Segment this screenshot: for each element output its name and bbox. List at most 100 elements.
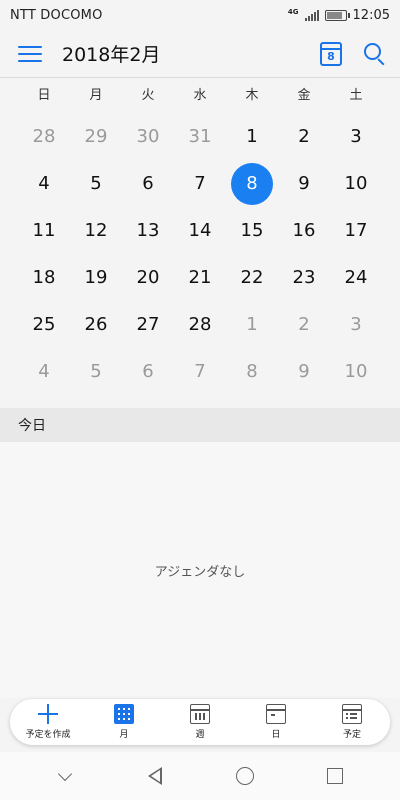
calendar-week-row: 25 26 27 28 1 2 3 xyxy=(18,301,382,348)
calendar-week-row: 4 5 6 7 8 9 10 xyxy=(18,160,382,207)
calendar-day-today[interactable]: 8 xyxy=(226,160,278,207)
hide-nav-button[interactable] xyxy=(55,766,75,786)
calendar-day-number: 31 xyxy=(188,126,212,147)
home-button[interactable] xyxy=(235,766,255,786)
recents-square-icon xyxy=(327,768,343,784)
calendar-day[interactable]: 28 xyxy=(18,113,70,160)
calendar-day[interactable]: 4 xyxy=(18,348,70,395)
calendar-day-number: 23 xyxy=(292,267,316,288)
calendar-day[interactable]: 10 xyxy=(330,160,382,207)
month-view-tab[interactable]: 月 xyxy=(86,699,162,745)
calendar-day[interactable]: 25 xyxy=(18,301,70,348)
calendar-day[interactable]: 1 xyxy=(226,113,278,160)
calendar-day-number: 7 xyxy=(194,361,206,382)
calendar-day[interactable]: 2 xyxy=(278,113,330,160)
calendar-day-number: 18 xyxy=(32,267,56,288)
create-event-button[interactable]: 予定を作成 xyxy=(10,699,86,745)
week-calendar-icon xyxy=(190,704,210,724)
recents-button[interactable] xyxy=(325,766,345,786)
calendar-day[interactable]: 16 xyxy=(278,207,330,254)
weekday-sat: 土 xyxy=(349,88,363,103)
calendar-day[interactable]: 6 xyxy=(122,160,174,207)
schedule-view-tab[interactable]: 予定 xyxy=(314,699,390,745)
calendar-day[interactable]: 9 xyxy=(278,160,330,207)
calendar-day[interactable]: 8 xyxy=(226,348,278,395)
calendar-day-number: 2 xyxy=(298,126,310,147)
day-view-tab[interactable]: 日 xyxy=(238,699,314,745)
weekday-thu: 木 xyxy=(245,88,259,103)
calendar-week-row: 4 5 6 7 8 9 10 xyxy=(18,348,382,395)
calendar-day-number: 8 xyxy=(246,361,258,382)
calendar-day[interactable]: 18 xyxy=(18,254,70,301)
calendar-day[interactable]: 9 xyxy=(278,348,330,395)
calendar-day-number: 5 xyxy=(90,173,102,194)
calendar-day[interactable]: 1 xyxy=(226,301,278,348)
calendar-day[interactable]: 19 xyxy=(70,254,122,301)
battery-icon xyxy=(324,9,350,21)
calendar-day[interactable]: 7 xyxy=(174,348,226,395)
calendar-day[interactable]: 20 xyxy=(122,254,174,301)
calendar-day-number: 3 xyxy=(350,314,362,335)
calendar-day-number: 14 xyxy=(188,220,212,241)
today-calendar-icon[interactable]: 8 xyxy=(320,41,342,66)
calendar-day[interactable]: 10 xyxy=(330,348,382,395)
calendar-day-number: 20 xyxy=(136,267,160,288)
calendar-day-number: 26 xyxy=(84,314,108,335)
calendar-day-number: 1 xyxy=(246,126,258,147)
calendar-day[interactable]: 5 xyxy=(70,348,122,395)
signal-icon xyxy=(304,9,319,21)
calendar-day[interactable]: 6 xyxy=(122,348,174,395)
calendar-day-number: 19 xyxy=(84,267,108,288)
calendar-day[interactable]: 22 xyxy=(226,254,278,301)
calendar-day-number: 6 xyxy=(142,173,154,194)
plus-icon xyxy=(38,704,58,724)
calendar-day-number: 9 xyxy=(298,361,310,382)
week-view-tab[interactable]: 週 xyxy=(162,699,238,745)
calendar-day[interactable]: 30 xyxy=(122,113,174,160)
search-icon[interactable] xyxy=(364,42,386,66)
calendar-day[interactable]: 17 xyxy=(330,207,382,254)
app-header: 2018年2月 8 xyxy=(0,30,400,78)
back-triangle-icon xyxy=(148,767,162,785)
calendar-day[interactable]: 13 xyxy=(122,207,174,254)
calendar-day-number: 27 xyxy=(136,314,160,335)
calendar-day[interactable]: 11 xyxy=(18,207,70,254)
weekday-wed: 水 xyxy=(193,88,207,103)
calendar-day[interactable]: 14 xyxy=(174,207,226,254)
calendar-day-number: 22 xyxy=(240,267,264,288)
calendar-day[interactable]: 24 xyxy=(330,254,382,301)
today-icon-day: 8 xyxy=(327,49,335,63)
calendar-day[interactable]: 2 xyxy=(278,301,330,348)
weekday-sun: 日 xyxy=(37,88,51,103)
calendar-day[interactable]: 7 xyxy=(174,160,226,207)
calendar-day-number: 13 xyxy=(136,220,160,241)
calendar-day-number: 7 xyxy=(194,173,206,194)
menu-icon[interactable] xyxy=(18,44,42,64)
system-nav-bar xyxy=(0,752,400,800)
calendar-day[interactable]: 31 xyxy=(174,113,226,160)
back-button[interactable] xyxy=(145,766,165,786)
calendar-day-number: 24 xyxy=(344,267,368,288)
calendar-day[interactable]: 15 xyxy=(226,207,278,254)
calendar-day[interactable]: 26 xyxy=(70,301,122,348)
calendar-day[interactable]: 4 xyxy=(18,160,70,207)
calendar-day-number: 12 xyxy=(84,220,108,241)
calendar-day-number: 15 xyxy=(240,220,264,241)
calendar-day[interactable]: 5 xyxy=(70,160,122,207)
today-label: 今日 xyxy=(18,418,46,434)
calendar-day[interactable]: 23 xyxy=(278,254,330,301)
calendar-day[interactable]: 21 xyxy=(174,254,226,301)
calendar-day-number: 4 xyxy=(38,361,50,382)
calendar-day[interactable]: 3 xyxy=(330,113,382,160)
calendar-day[interactable]: 29 xyxy=(70,113,122,160)
calendar-day-number: 11 xyxy=(32,220,56,241)
calendar-day[interactable]: 27 xyxy=(122,301,174,348)
calendar-day[interactable]: 28 xyxy=(174,301,226,348)
agenda-empty-text: アジェンダなし xyxy=(154,564,246,580)
calendar-day-number: 10 xyxy=(344,361,368,382)
calendar-day[interactable]: 3 xyxy=(330,301,382,348)
schedule-view-label: 予定 xyxy=(342,730,361,740)
week-view-label: 週 xyxy=(195,730,205,740)
month-view-label: 月 xyxy=(119,730,129,740)
calendar-day[interactable]: 12 xyxy=(70,207,122,254)
